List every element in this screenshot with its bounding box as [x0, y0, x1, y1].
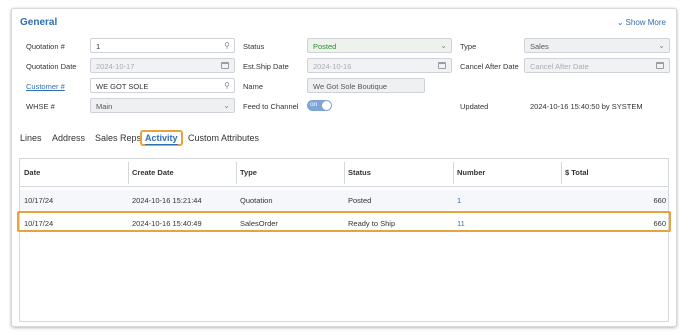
quotation-date-value: 2024-10-17: [96, 62, 135, 71]
column-divider: [236, 162, 237, 184]
type-label: Type: [460, 42, 477, 51]
table-row-highlighted[interactable]: 10/17/24 2024-10-16 15:40:49 SalesOrder …: [17, 211, 671, 232]
column-header[interactable]: Type: [240, 168, 257, 177]
whse-label: WHSE #: [26, 102, 55, 111]
updated-value: 2024-10-16 15:40:50 by SYSTEM: [530, 102, 643, 111]
quotation-date-field: 2024-10-17: [90, 58, 235, 73]
quotation-input[interactable]: 1 ⚲: [90, 38, 235, 53]
status-select[interactable]: Posted ⌄: [307, 38, 452, 53]
updated-label: Updated: [460, 102, 489, 111]
cell-status: Posted: [348, 196, 372, 205]
quotation-label: Quotation #: [26, 42, 65, 51]
customer-input[interactable]: WE GOT SOLE ⚲: [90, 78, 235, 93]
show-more-link[interactable]: ⌄ Show More: [617, 18, 666, 27]
column-divider: [453, 162, 454, 184]
column-header[interactable]: Status: [348, 168, 371, 177]
column-divider: [344, 162, 345, 184]
general-panel: General ⌄ Show More Quotation # 1 ⚲ Quota…: [11, 8, 677, 327]
cancel-after-field[interactable]: Cancel After Date: [524, 58, 670, 73]
cell-total: 660: [653, 196, 666, 205]
cell-number-link[interactable]: 11: [457, 219, 465, 228]
cancel-after-placeholder: Cancel After Date: [530, 62, 589, 71]
search-icon[interactable]: ⚲: [224, 41, 230, 50]
status-label: Status: [243, 42, 265, 51]
name-value: We Got Sole Boutique: [313, 82, 388, 91]
customer-link[interactable]: Customer #: [26, 82, 65, 91]
cell-date: 10/17/24: [24, 196, 54, 205]
cell-create-date: 2024-10-16 15:21:44: [132, 196, 202, 205]
est-ship-value: 2024-10-16: [313, 62, 352, 71]
status-value: Posted: [313, 42, 337, 51]
show-more-label: Show More: [625, 18, 666, 27]
chevron-down-icon: ⌄: [440, 41, 447, 50]
cell-create-date: 2024-10-16 15:40:49: [132, 219, 202, 228]
quotation-date-label: Quotation Date: [26, 62, 77, 71]
est-ship-field: 2024-10-16: [307, 58, 452, 73]
table-header: Date Create Date Type Status Number $ To…: [20, 159, 668, 187]
chevron-down-icon: ⌄: [658, 41, 665, 50]
column-header[interactable]: Number: [457, 168, 485, 177]
type-value: Sales: [530, 42, 549, 51]
quotation-value: 1: [96, 42, 101, 51]
whse-value: Main: [96, 102, 113, 111]
name-field[interactable]: We Got Sole Boutique: [307, 78, 425, 93]
tab-custom-attributes[interactable]: Custom Attributes: [188, 133, 259, 143]
calendar-icon[interactable]: [656, 62, 664, 69]
feed-toggle-label: on: [310, 101, 318, 108]
customer-value: WE GOT SOLE: [96, 82, 149, 91]
name-label: Name: [243, 82, 264, 91]
cell-total: 660: [653, 219, 666, 228]
feed-label: Feed to Channel: [243, 102, 299, 111]
tab-activity[interactable]: Activity: [140, 130, 183, 146]
tab-sales-reps[interactable]: Sales Reps: [95, 133, 141, 143]
cell-type: SalesOrder: [240, 219, 278, 228]
cell-status: Ready to Ship: [348, 219, 396, 228]
cell-type: Quotation: [240, 196, 273, 205]
tab-lines[interactable]: Lines: [20, 133, 42, 143]
section-title: General: [20, 17, 58, 28]
table-row[interactable]: 10/17/24 2024-10-16 15:21:44 Quotation P…: [20, 190, 668, 210]
cell-date: 10/17/24: [24, 219, 54, 228]
chevron-down-icon: ⌄: [616, 18, 624, 27]
feed-toggle[interactable]: on: [307, 100, 332, 111]
search-icon[interactable]: ⚲: [224, 81, 230, 90]
cell-number-link[interactable]: 1: [457, 196, 461, 205]
toggle-knob: [322, 101, 331, 110]
column-header[interactable]: $ Total: [565, 168, 589, 177]
cancel-after-label: Cancel After Date: [460, 62, 519, 71]
calendar-icon: [438, 62, 446, 69]
chevron-down-icon: ⌄: [223, 101, 230, 110]
type-select[interactable]: Sales ⌄: [524, 38, 670, 53]
column-divider: [128, 162, 129, 184]
column-divider: [561, 162, 562, 184]
tab-address[interactable]: Address: [52, 133, 85, 143]
activity-table: Date Create Date Type Status Number $ To…: [17, 158, 671, 322]
column-header[interactable]: Date: [24, 168, 40, 177]
est-ship-label: Est.Ship Date: [243, 62, 289, 71]
calendar-icon: [221, 62, 229, 69]
column-header[interactable]: Create Date: [132, 168, 174, 177]
whse-select[interactable]: Main ⌄: [90, 98, 235, 113]
